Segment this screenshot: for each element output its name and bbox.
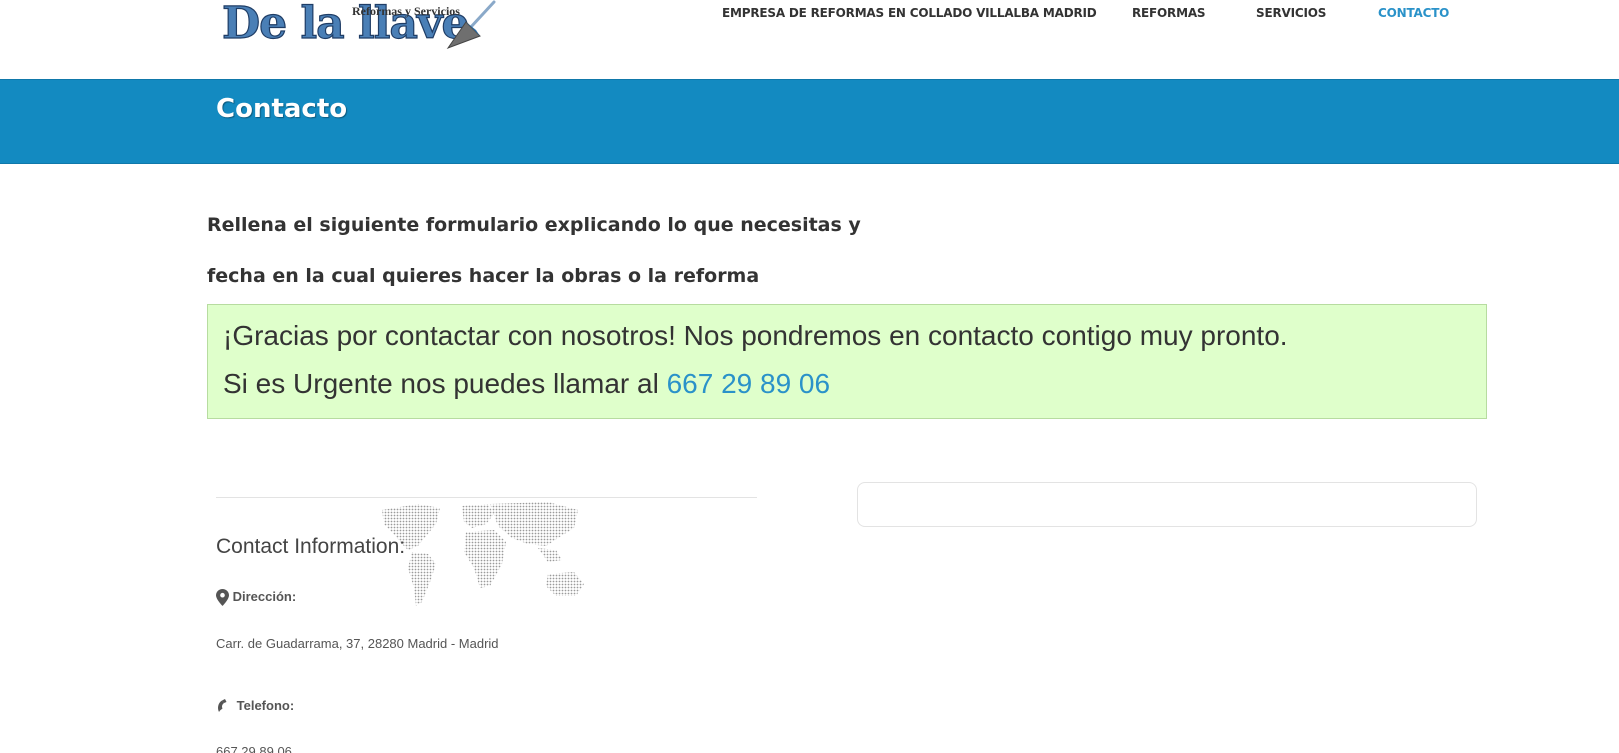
contact-info-title: Contact Information: <box>216 535 406 558</box>
contact-form-box[interactable] <box>857 482 1477 527</box>
site-header: De la llave Reformas y Servicios EMPRESA… <box>0 0 1619 79</box>
success-line-2-prefix: Si es Urgente nos puedes llamar al <box>223 368 667 399</box>
address-label: Dirección: <box>232 589 297 604</box>
world-map-icon <box>382 502 584 606</box>
address-label-row: Dirección: <box>216 589 297 607</box>
main-nav: EMPRESA DE REFORMAS EN COLLADO VILLALBA … <box>0 6 1619 26</box>
address-value: Carr. de Guadarrama, 37, 28280 Madrid - … <box>216 636 499 651</box>
nav-item-servicios[interactable]: SERVICIOS <box>1256 6 1326 20</box>
nav-item-contacto[interactable]: CONTACTO <box>1378 6 1449 20</box>
nav-item-reformas[interactable]: REFORMAS <box>1132 6 1206 20</box>
phone-label-row: Telefono: <box>216 698 294 715</box>
intro-text: Rellena el siguiente formulario explican… <box>207 200 907 302</box>
page-title-banner: Contacto <box>0 79 1619 164</box>
success-phone-link[interactable]: 667 29 89 06 <box>667 368 831 399</box>
intro-line-2: fecha en la cual quieres hacer la obras … <box>207 265 760 287</box>
success-message: ¡Gracias por contactar con nosotros! Nos… <box>207 304 1487 419</box>
page-title: Contacto <box>216 94 348 124</box>
phone-icon <box>218 699 227 713</box>
map-pin-icon <box>216 589 229 607</box>
contact-divider <box>216 497 757 498</box>
phone-label: Telefono: <box>236 698 295 713</box>
success-line-2: Si es Urgente nos puedes llamar al 667 2… <box>223 368 830 400</box>
nav-item-empresa[interactable]: EMPRESA DE REFORMAS EN COLLADO VILLALBA … <box>722 6 1097 20</box>
success-line-1: ¡Gracias por contactar con nosotros! Nos… <box>223 320 1288 351</box>
phone-value[interactable]: 667 29 89 06 <box>216 744 292 753</box>
intro-line-1: Rellena el siguiente formulario explican… <box>207 214 861 236</box>
